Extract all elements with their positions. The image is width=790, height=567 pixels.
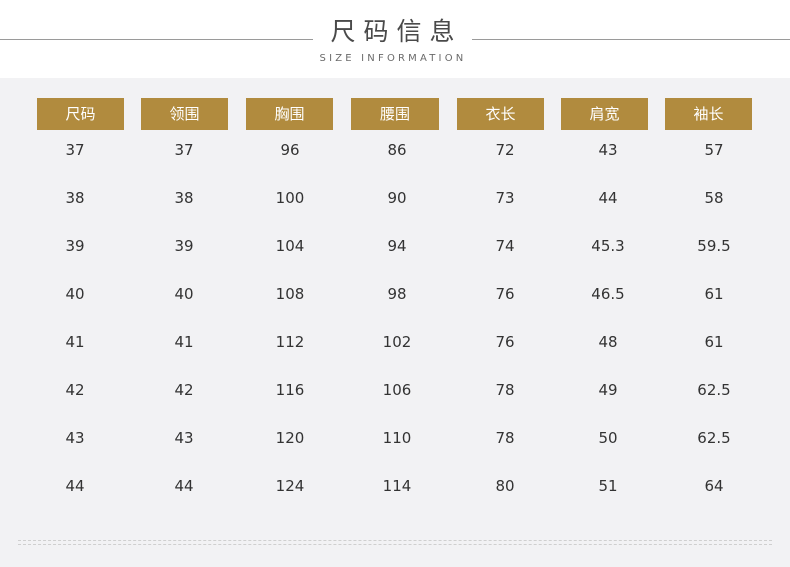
table-cell: 98 [387, 285, 407, 303]
table-cell: 58 [704, 189, 724, 207]
size-table: 尺码 领围 胸围 腰围 衣长 肩宽 袖长 37 37 96 86 72 43 57 38 38 100 90 73 4… [0, 78, 790, 567]
table-cell: 78 [495, 429, 515, 447]
table-cell: 74 [495, 237, 515, 255]
table-cell: 80 [495, 477, 515, 495]
page-title: 尺码信息 [330, 17, 463, 46]
table-cell: 108 [275, 285, 305, 303]
table-cell: 49 [598, 381, 618, 399]
column-header: 领围 [141, 98, 228, 130]
table-cell: 86 [387, 141, 407, 159]
table-cell: 42 [174, 381, 194, 399]
table-cell: 43 [174, 429, 194, 447]
divider-dashed [18, 544, 772, 545]
table-cell: 38 [65, 189, 85, 207]
table-cell: 61 [704, 333, 724, 351]
table-cell: 51 [598, 477, 618, 495]
table-cell: 43 [65, 429, 85, 447]
table-cell: 45.3 [591, 237, 625, 255]
column-header: 袖长 [665, 98, 752, 130]
table-cell: 76 [495, 285, 515, 303]
table-cell: 44 [598, 189, 618, 207]
column-header: 腰围 [351, 98, 439, 130]
table-cell: 114 [382, 477, 412, 495]
table-cell: 40 [174, 285, 194, 303]
table-cell: 62.5 [697, 429, 731, 447]
table-cell: 61 [704, 285, 724, 303]
table-cell: 64 [704, 477, 724, 495]
column-header: 肩宽 [561, 98, 648, 130]
table-cell: 57 [704, 141, 724, 159]
table-cell: 46.5 [591, 285, 625, 303]
table-cell: 59.5 [697, 237, 731, 255]
table-cell: 72 [495, 141, 515, 159]
table-cell: 112 [275, 333, 305, 351]
table-cell: 44 [174, 477, 194, 495]
table-cell: 43 [598, 141, 618, 159]
table-cell: 44 [65, 477, 85, 495]
table-cell: 120 [275, 429, 305, 447]
table-cell: 62.5 [697, 381, 731, 399]
table-cell: 100 [275, 189, 305, 207]
header: 尺码信息 SIZE INFORMATION [0, 0, 790, 78]
table-cell: 106 [382, 381, 412, 399]
table-cell: 48 [598, 333, 618, 351]
table-cell: 37 [174, 141, 194, 159]
table-cell: 39 [65, 237, 85, 255]
page-subtitle: SIZE INFORMATION [319, 53, 467, 64]
table-cell: 124 [275, 477, 305, 495]
table-cell: 41 [174, 333, 194, 351]
table-cell: 116 [275, 381, 305, 399]
table-cell: 42 [65, 381, 85, 399]
table-cell: 41 [65, 333, 85, 351]
table-cell: 94 [387, 237, 407, 255]
column-header: 尺码 [37, 98, 124, 130]
table-cell: 40 [65, 285, 85, 303]
table-cell: 50 [598, 429, 618, 447]
title-rule-left [0, 39, 313, 40]
table-cell: 104 [275, 237, 305, 255]
column-header: 衣长 [457, 98, 544, 130]
table-cell: 37 [65, 141, 85, 159]
table-cell: 90 [387, 189, 407, 207]
table-cell: 39 [174, 237, 194, 255]
column-header: 胸围 [246, 98, 333, 130]
table-cell: 78 [495, 381, 515, 399]
table-cell: 38 [174, 189, 194, 207]
title-rule-right [472, 39, 790, 40]
divider-dashed [18, 540, 772, 541]
table-cell: 73 [495, 189, 515, 207]
table-cell: 76 [495, 333, 515, 351]
table-cell: 110 [382, 429, 412, 447]
table-cell: 96 [280, 141, 300, 159]
table-cell: 102 [382, 333, 412, 351]
